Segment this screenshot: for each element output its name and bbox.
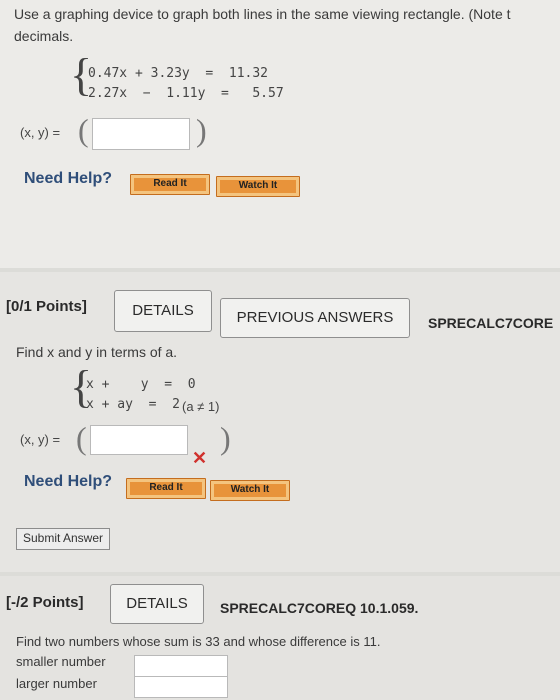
q1-answer-input[interactable]	[92, 118, 190, 150]
q1-equation-1: 0.47x + 3.23y = 11.32	[88, 66, 269, 81]
q3-prompt: Find two numbers whose sum is 33 and who…	[16, 634, 381, 649]
q2-open-paren: (	[76, 420, 87, 456]
q1-watch-it-button[interactable]: Watch It	[216, 176, 300, 197]
q2-equation-1: x + y = 0	[86, 377, 196, 392]
q1-read-it-button[interactable]: Read It	[130, 174, 210, 195]
q2-points: [0/1 Points]	[6, 298, 87, 315]
q3-larger-label: larger number	[16, 676, 97, 691]
q1-prompt-line2: decimals.	[14, 28, 74, 44]
q1-close-paren: )	[196, 112, 207, 148]
q2-read-it-button[interactable]: Read It	[126, 478, 206, 499]
q2-close-paren: )	[220, 420, 231, 456]
q2-prompt: Find x and y in terms of a.	[16, 344, 178, 360]
q2-details-button[interactable]: DETAILS	[114, 290, 212, 332]
q1-prompt-line1: Use a graphing device to graph both line…	[14, 6, 511, 22]
q2-watch-it-button[interactable]: Watch It	[210, 480, 290, 501]
q3-details-button[interactable]: DETAILS	[110, 584, 204, 624]
q2-previous-answers-button[interactable]: PREVIOUS ANSWERS	[220, 298, 410, 338]
q2-answer-label: (x, y) =	[20, 432, 61, 447]
q2-answer-input[interactable]	[90, 425, 188, 455]
q3-smaller-label: smaller number	[16, 654, 106, 669]
q2-condition: (a ≠ 1)	[182, 399, 220, 414]
q1-answer-label: (x, y) =	[20, 125, 61, 140]
q1-open-paren: (	[78, 112, 89, 148]
q2-equation-2: x + ay = 2	[86, 397, 180, 412]
q3-larger-number-input[interactable]	[134, 676, 228, 698]
q3-points: [-/2 Points]	[6, 594, 84, 611]
q3-smaller-number-input[interactable]	[134, 655, 228, 677]
incorrect-x-icon: ✕	[192, 448, 208, 468]
q1-need-help: Need Help?	[24, 170, 113, 187]
submit-answer-button[interactable]: Submit Answer	[16, 528, 110, 550]
q3-course-code: SPRECALC7COREQ 10.1.059.	[220, 600, 419, 616]
q1-equation-2: 2.27x − 1.11y = 5.57	[88, 86, 284, 101]
q2-need-help: Need Help?	[24, 473, 113, 490]
q2-course-code: SPRECALC7CORE	[428, 315, 554, 331]
